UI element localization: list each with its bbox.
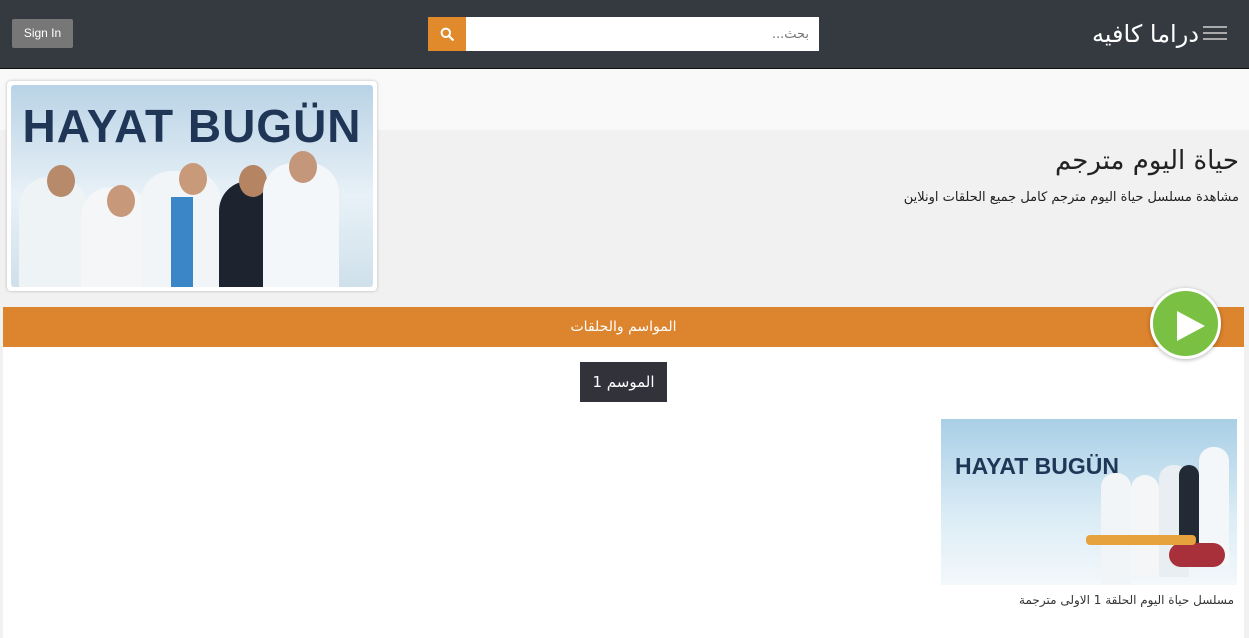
site-logo[interactable]: دراما كافيه bbox=[1092, 18, 1199, 50]
episode-thumb-title: HAYAT BUGÜN bbox=[955, 453, 1120, 479]
show-poster-card: HAYAT BUGÜN bbox=[7, 81, 377, 291]
search-bar bbox=[428, 17, 819, 51]
menu-icon[interactable] bbox=[1203, 26, 1227, 42]
season-1-tab[interactable]: الموسم 1 bbox=[580, 362, 667, 402]
play-button[interactable] bbox=[1150, 288, 1221, 359]
episode-thumbnail[interactable]: HAYAT BUGÜN bbox=[941, 419, 1237, 585]
top-navbar: Sign In دراما كافيه bbox=[0, 0, 1249, 69]
play-icon bbox=[1177, 311, 1205, 341]
show-poster: HAYAT BUGÜN bbox=[11, 85, 373, 287]
search-input[interactable] bbox=[466, 17, 819, 51]
show-description: مشاهدة مسلسل حياة اليوم مترجم كامل جميع … bbox=[903, 190, 1239, 205]
search-icon bbox=[440, 27, 454, 41]
poster-title: HAYAT BUGÜN bbox=[22, 100, 362, 152]
seasons-header: المواسم والحلقات bbox=[3, 307, 1244, 347]
show-title: حياة اليوم مترجم bbox=[1054, 146, 1239, 176]
episode-title[interactable]: مسلسل حياة اليوم الحلقة 1 الاولى مترجمة bbox=[1019, 593, 1234, 607]
seasons-section: المواسم والحلقات الموسم 1 HAYAT BUGÜN مس… bbox=[3, 307, 1244, 638]
search-button[interactable] bbox=[428, 17, 466, 51]
sign-in-button[interactable]: Sign In bbox=[12, 19, 73, 48]
